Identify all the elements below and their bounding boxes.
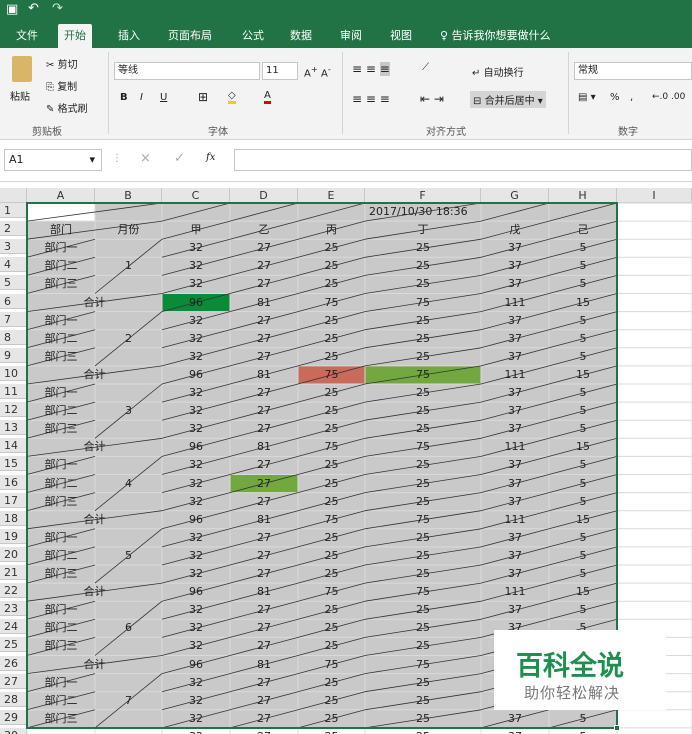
data-cell[interactable]: 32 — [162, 729, 230, 734]
align-left-icon[interactable]: ≡ ≡ ≡ — [352, 92, 390, 106]
tab-home[interactable]: 开始 — [58, 24, 92, 48]
wrap-icon: ↵ — [472, 68, 481, 79]
number-group-label: 数字 — [618, 127, 638, 138]
underline-button[interactable]: U — [160, 92, 167, 103]
enter-icon[interactable]: ✓ — [174, 151, 185, 166]
merge-icon: ⊟ — [473, 96, 482, 107]
data-cell[interactable]: 37 — [481, 729, 549, 734]
comma-button[interactable]: , — [630, 92, 633, 103]
decimal-icon[interactable]: ←.0 .00 — [652, 92, 685, 102]
data-cell[interactable]: 25 — [298, 729, 365, 734]
cancel-icon[interactable]: × — [140, 151, 151, 166]
font-group-label: 字体 — [208, 127, 228, 138]
grow-font-button[interactable]: A+ A- — [304, 64, 331, 79]
undo-icon[interactable]: ↶ — [28, 1, 39, 16]
copy-icon: ⎘ — [46, 82, 54, 93]
tell-me-box[interactable]: ♀ 告诉我你想要做什么 — [434, 24, 557, 48]
clipboard-group-label: 剪贴板 — [32, 127, 62, 138]
indent-icon[interactable]: ⇤ ⇥ — [420, 92, 444, 106]
tab-page-layout[interactable]: 页面布局 — [162, 24, 218, 48]
copy-button[interactable]: ⎘ 复制 — [46, 78, 77, 93]
fill-handle[interactable] — [614, 724, 620, 731]
divider — [342, 52, 343, 134]
font-color-icon[interactable]: A — [264, 90, 271, 104]
watermark-logo: 百科全说 助你轻松解决 — [494, 630, 666, 710]
currency-icon[interactable]: ▤ ▾ — [578, 92, 596, 103]
font-size-select[interactable]: 11 — [262, 62, 298, 80]
wrap-label: 自动换行 — [483, 68, 524, 79]
formula-bar: A1 ▾ ⋮ × ✓ fx — [0, 140, 692, 182]
align-top-icon[interactable]: ≡ ≡ ≡ — [352, 62, 390, 76]
tab-view[interactable]: 视图 — [384, 24, 418, 48]
merge-center-button[interactable]: ⊟ 合并后居中 ▾ — [470, 91, 546, 108]
name-box-value: A1 — [9, 153, 24, 166]
format-painter-button[interactable]: ✎ 格式刷 — [46, 100, 88, 115]
redo-icon[interactable]: ↷ — [52, 1, 63, 16]
name-box[interactable]: A1 ▾ — [4, 149, 102, 171]
tab-review[interactable]: 审阅 — [334, 24, 368, 48]
save-icon[interactable]: ▣ — [6, 2, 18, 17]
copy-label: 复制 — [57, 82, 78, 93]
title-bar: ▣ ↶ ↷ — [0, 0, 692, 20]
ribbon-tabs: 文件 开始 插入 页面布局 公式 数据 审阅 视图 ♀ 告诉我你想要做什么 — [0, 20, 692, 48]
wrap-text-button[interactable]: ↵ 自动换行 — [472, 64, 524, 79]
percent-button[interactable]: % — [610, 92, 620, 103]
scissors-icon: ✂ — [46, 60, 55, 71]
watermark-subtitle: 助你轻松解决 — [524, 684, 621, 702]
paste-icon[interactable] — [12, 56, 32, 82]
tab-file[interactable]: 文件 — [10, 24, 44, 48]
border-icon[interactable]: ⊞ — [198, 90, 208, 104]
cut-button[interactable]: ✂ 剪切 — [46, 56, 78, 71]
drag-handle-icon[interactable]: ⋮ — [112, 153, 122, 164]
alignment-group-label: 对齐方式 — [426, 127, 466, 138]
orientation-icon[interactable]: ⟋ — [422, 62, 429, 73]
data-cell[interactable]: 27 — [230, 729, 298, 734]
paste-button[interactable]: 粘贴 — [10, 88, 30, 103]
cut-label: 剪切 — [57, 60, 78, 71]
formula-input[interactable] — [234, 149, 692, 171]
tab-formulas[interactable]: 公式 — [236, 24, 270, 48]
chevron-down-icon: ▾ — [89, 153, 95, 166]
brush-icon: ✎ — [46, 104, 55, 115]
number-format-select[interactable]: 常规 — [574, 62, 692, 80]
tab-data[interactable]: 数据 — [284, 24, 318, 48]
italic-button[interactable]: I — [140, 92, 143, 103]
lightbulb-icon: ♀ — [440, 29, 449, 42]
merge-label: 合并后居中 — [484, 96, 535, 107]
fill-color-icon[interactable]: ◇ — [228, 90, 236, 104]
tell-me-text: 告诉我你想要做什么 — [451, 29, 551, 42]
data-cell[interactable]: 5 — [549, 729, 617, 734]
ribbon: 粘贴 ✂ 剪切 ⎘ 复制 ✎ 格式刷 剪贴板 等线 11 A+ A- B I U… — [0, 48, 692, 140]
divider — [568, 52, 569, 134]
divider — [108, 52, 109, 134]
data-cell[interactable]: 25 — [365, 729, 481, 734]
font-name-select[interactable]: 等线 — [114, 62, 260, 80]
function-icon[interactable]: fx — [206, 152, 215, 163]
tab-insert[interactable]: 插入 — [112, 24, 146, 48]
watermark-title: 百科全说 — [516, 651, 624, 682]
format-painter-label: 格式刷 — [57, 104, 88, 115]
bold-button[interactable]: B — [120, 92, 128, 103]
